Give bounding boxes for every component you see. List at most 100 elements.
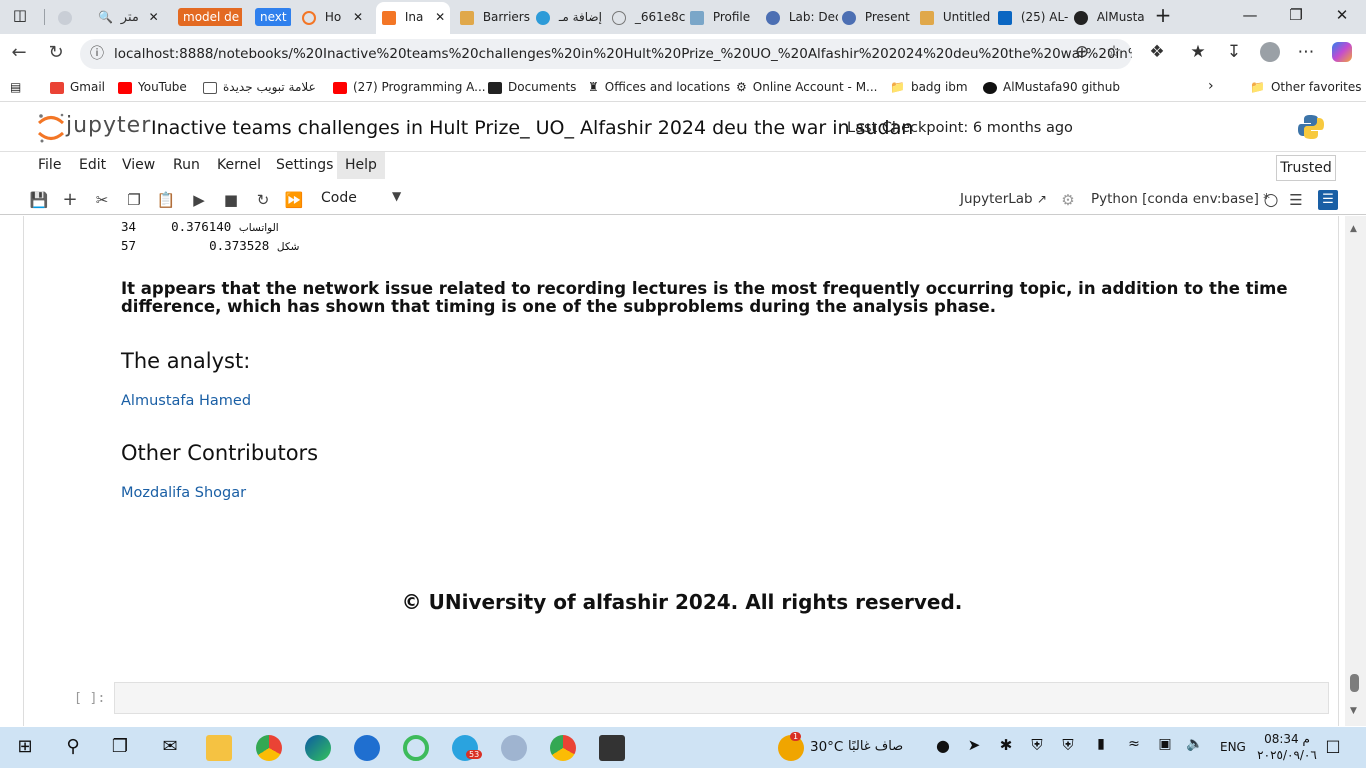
extensions-icon[interactable]: ❖ <box>1145 42 1169 62</box>
weather-icon[interactable]: 1 <box>778 732 804 761</box>
other-favorites[interactable]: 📁 Other favorites <box>1250 80 1361 94</box>
minimize-button[interactable]: — <box>1240 6 1260 24</box>
cut-icon[interactable]: ✂ <box>92 190 112 210</box>
tab-10[interactable]: Present <box>842 4 914 30</box>
chrome-profile-icon[interactable] <box>550 735 576 761</box>
battery-icon[interactable]: ▮ <box>1088 736 1114 752</box>
chevron-down-icon[interactable]: ▼ <box>392 189 401 203</box>
edge-icon[interactable] <box>305 735 331 761</box>
menu-edit[interactable]: Edit <box>71 152 114 179</box>
close-icon[interactable]: ✕ <box>149 10 159 24</box>
notifications-icon[interactable]: □ <box>1320 736 1346 755</box>
fast-forward-icon[interactable]: ⏩ <box>284 190 304 210</box>
grammarly-icon[interactable]: ● <box>930 736 956 755</box>
bookmark-new-tab[interactable]: علامة تبويب جديدة <box>203 80 316 94</box>
contributor-link[interactable]: Mozdalifa Shogar <box>121 485 246 501</box>
copilot-icon[interactable] <box>1330 42 1354 67</box>
more-options-icon[interactable]: ⋯ <box>1294 42 1318 62</box>
stop-icon[interactable]: ■ <box>221 190 241 210</box>
tab-12[interactable]: (25) AL- <box>998 4 1068 30</box>
chrome-icon[interactable] <box>256 735 282 761</box>
telegram-icon[interactable]: 53 <box>452 735 483 761</box>
tab-6[interactable]: إضافة مـ <box>536 4 608 30</box>
tab-13[interactable]: AlMusta <box>1074 4 1146 30</box>
tab-9[interactable]: Lab: Dec <box>766 4 838 30</box>
back-icon[interactable]: ← <box>6 42 32 63</box>
mail-icon[interactable]: ✉ <box>157 736 183 757</box>
bluetooth-icon[interactable]: ✱ <box>993 736 1019 754</box>
tab-pinned[interactable] <box>58 4 82 30</box>
favorites-icon[interactable]: ★ <box>1186 42 1210 62</box>
weather-temp[interactable]: 30°C <box>810 739 843 755</box>
shield-icon[interactable]: ⛨ <box>1024 736 1050 754</box>
bookmark-documents[interactable]: Documents <box>488 80 576 94</box>
save-icon[interactable]: 💾 <box>29 190 49 210</box>
scrollbar[interactable]: ▲ ▼ <box>1345 216 1366 726</box>
bookmark-programming[interactable]: (27) Programming A... <box>333 80 486 94</box>
windows-start-icon[interactable]: ⊞ <box>12 736 38 757</box>
scroll-down-icon[interactable]: ▼ <box>1350 706 1357 716</box>
scrollbar-thumb[interactable] <box>1350 674 1359 692</box>
kernel-name[interactable]: Python [conda env:base] * <box>1091 191 1270 207</box>
url-input[interactable]: ⓘ localhost:8888/notebooks/%20Inactive%2… <box>80 39 1132 69</box>
jupyterlab-link[interactable]: JupyterLab ↗ <box>960 191 1047 207</box>
maximize-button[interactable]: ❐ <box>1286 6 1306 24</box>
security-icon[interactable]: ⛨ <box>1055 736 1081 754</box>
new-tab-button[interactable]: + <box>1153 3 1173 27</box>
bookmark-gmail[interactable]: Gmail <box>50 80 105 94</box>
menu-file[interactable]: File <box>30 152 69 179</box>
coursera-app-icon[interactable] <box>354 735 380 761</box>
menu-settings[interactable]: Settings <box>268 152 341 179</box>
run-icon[interactable]: ▶ <box>189 190 209 210</box>
clock[interactable]: 08:34 م ٢٠٢٥/٠٩/٠٦ <box>1256 731 1318 763</box>
photos-icon[interactable] <box>599 735 625 761</box>
language-indicator[interactable]: ENG <box>1220 740 1246 754</box>
paste-icon[interactable]: 📋 <box>156 190 176 210</box>
add-cell-icon[interactable]: + <box>60 190 80 210</box>
close-window-button[interactable]: ✕ <box>1332 6 1352 24</box>
copy-icon[interactable]: ❐ <box>124 190 144 210</box>
telegram-tray-icon[interactable]: ➤ <box>961 736 987 754</box>
chevron-right-icon[interactable]: › <box>1208 78 1214 94</box>
menu-kernel[interactable]: Kernel <box>209 152 269 179</box>
tab-2[interactable]: next <box>255 4 291 30</box>
downloads-icon[interactable]: ↧ <box>1222 42 1246 62</box>
file-explorer-icon[interactable] <box>206 735 232 761</box>
tab-0[interactable]: 🔍 متر ✕ <box>98 4 170 30</box>
bookmark-folder-badg[interactable]: 📁 badg ibm <box>890 80 968 94</box>
tab-7[interactable]: _661e8c <box>612 4 686 30</box>
wifi-icon[interactable]: ≈ <box>1121 736 1147 752</box>
menu-view[interactable]: View <box>114 152 163 179</box>
bookmark-offices[interactable]: ♜ Offices and locations <box>588 80 730 94</box>
bookmark-github[interactable]: AlMustafa90 github <box>983 80 1120 94</box>
tab-5[interactable]: Barriers <box>460 4 530 30</box>
reload-icon[interactable]: ↻ <box>43 42 69 63</box>
tab-8[interactable]: Profile <box>690 4 760 30</box>
info-icon[interactable]: ⓘ <box>90 39 104 69</box>
menu-lines-icon[interactable]: ☰ <box>1286 190 1306 210</box>
jupyter-logo[interactable]: jupyter <box>36 112 150 144</box>
task-view-icon[interactable]: ❐ <box>107 736 133 757</box>
empty-code-cell[interactable] <box>114 682 1329 714</box>
scroll-up-icon[interactable]: ▲ <box>1350 224 1357 234</box>
bookmark-online-account[interactable]: ⚙ Online Account - M... <box>736 80 878 94</box>
tab-3[interactable]: Ho ✕ <box>302 4 370 30</box>
device-icon[interactable]: ▣ <box>1152 736 1178 752</box>
close-icon[interactable]: ✕ <box>435 10 445 24</box>
tab-4-active[interactable]: Ina ✕ <box>376 2 450 34</box>
reading-list-icon[interactable]: ▤ <box>10 80 21 94</box>
trusted-indicator[interactable]: Trusted <box>1276 155 1336 181</box>
favorite-star-icon[interactable]: ☆ <box>1102 42 1126 62</box>
r-icon[interactable] <box>501 735 527 761</box>
analyst-link[interactable]: Almustafa Hamed <box>121 393 251 409</box>
sidebar-toggle-icon[interactable]: ◫ <box>10 6 30 24</box>
tab-11[interactable]: Untitled <box>920 4 992 30</box>
cell-type-select[interactable]: Code <box>321 190 357 206</box>
close-icon[interactable]: ✕ <box>353 10 363 24</box>
property-inspector-icon[interactable]: ☰ <box>1318 190 1338 210</box>
restart-icon[interactable]: ↻ <box>253 190 273 210</box>
menu-run[interactable]: Run <box>165 152 208 179</box>
bookmark-youtube[interactable]: YouTube <box>118 80 187 94</box>
tab-1[interactable]: model de <box>178 4 242 30</box>
zoom-icon[interactable]: ⊕ <box>1070 42 1094 62</box>
